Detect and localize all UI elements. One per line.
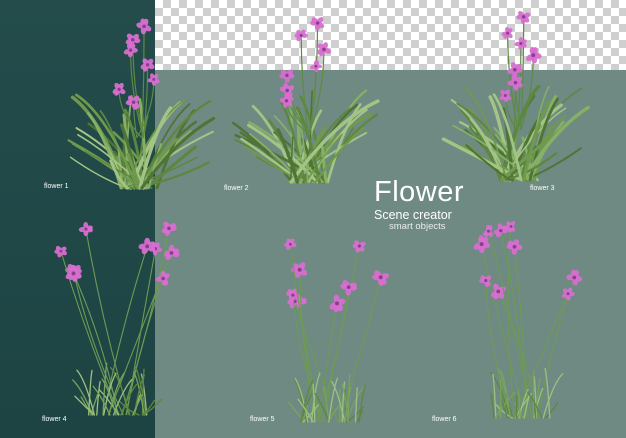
blossom-center — [285, 88, 289, 93]
blossom — [309, 60, 322, 73]
blossom-center — [145, 63, 150, 67]
blossom-center — [314, 64, 318, 68]
blossom-center — [130, 38, 135, 42]
blossom-center — [285, 73, 289, 78]
blossom-center — [167, 226, 171, 231]
flower-4-plant — [54, 221, 180, 416]
blossom-center — [357, 244, 361, 248]
flower-1-plant — [67, 18, 216, 190]
blossom-center — [513, 80, 518, 85]
blossom — [352, 240, 366, 253]
grass-blade — [96, 380, 101, 416]
blossom — [526, 46, 542, 64]
title-tag: smart objects — [389, 221, 446, 232]
flower-6-label: flower 6 — [432, 416, 457, 423]
blossom-center — [84, 227, 88, 231]
grass-blade — [490, 392, 495, 419]
blossom — [506, 239, 523, 255]
blossom-center — [145, 244, 150, 249]
blossom — [136, 18, 152, 35]
blossom — [310, 17, 325, 31]
blossom-center — [291, 293, 295, 297]
blossom-center — [128, 48, 133, 52]
blossom-center — [161, 276, 165, 281]
blossom — [340, 280, 358, 296]
blossom-center — [315, 21, 320, 25]
blossom-center — [503, 93, 507, 97]
flower-2-plant — [231, 17, 380, 184]
blossom — [125, 95, 140, 110]
mockup-canvas: flower 1 flower 2 flower 3 flower 4 flow… — [0, 0, 626, 438]
blossom — [493, 223, 509, 238]
blossom-center — [378, 275, 383, 280]
blossom-center — [169, 251, 174, 255]
flower-artwork — [54, 11, 590, 423]
blossom-center — [496, 289, 501, 294]
flower-5-plant — [284, 238, 390, 423]
blossom-center — [509, 225, 513, 228]
blossom-center — [71, 271, 76, 276]
blossom — [499, 89, 512, 103]
blossom-center — [479, 242, 484, 247]
flower-stem — [337, 277, 382, 423]
blossom — [514, 36, 527, 50]
blossom-center — [513, 67, 517, 72]
blossom-center — [519, 42, 523, 46]
blossom-center — [335, 301, 340, 306]
blossom — [473, 235, 491, 253]
flower-stem — [481, 244, 527, 419]
blossom-center — [521, 15, 526, 19]
blossom-center — [346, 285, 351, 290]
blossom — [161, 221, 177, 236]
blossom-center — [288, 242, 292, 246]
blossom-center — [531, 53, 536, 58]
blossom — [372, 270, 390, 286]
blossom — [279, 69, 295, 83]
grass-blade — [542, 373, 564, 419]
blossom-center — [117, 87, 121, 92]
title-sub: Scene creator — [374, 208, 452, 222]
flower-1-label: flower 1 — [44, 183, 69, 190]
blossom-center — [486, 229, 490, 233]
title-main: Flower — [374, 176, 465, 208]
blossom-center — [499, 228, 503, 233]
blossom-center — [59, 249, 63, 253]
blossom — [54, 245, 67, 258]
blossom-center — [142, 24, 146, 29]
blossom-center — [512, 244, 517, 249]
flower-stem — [141, 26, 145, 139]
grass-blade — [358, 384, 366, 423]
blossom — [78, 222, 93, 237]
flower-3-label: flower 3 — [530, 185, 555, 192]
flower-3-plant — [441, 11, 590, 182]
blossom-center — [152, 77, 156, 81]
flower-6-plant — [473, 220, 583, 419]
blossom — [329, 294, 346, 313]
blossom-center — [131, 100, 136, 104]
blossom-center — [299, 34, 303, 38]
blossom-center — [572, 275, 577, 280]
flower-stem — [121, 228, 170, 416]
title-block: Flower Scene creator smart objects — [374, 178, 484, 232]
flower-5-label: flower 5 — [250, 416, 275, 423]
blossom — [123, 43, 138, 58]
flower-4-label: flower 4 — [42, 416, 67, 423]
blossom — [516, 11, 531, 25]
blossom — [561, 287, 575, 301]
blossom-center — [566, 292, 570, 296]
blossom-center — [297, 267, 302, 272]
grass-blade — [354, 387, 358, 423]
blossom — [147, 73, 160, 86]
blossom-center — [484, 278, 488, 283]
blossom-center — [284, 99, 289, 103]
blossom-center — [322, 47, 326, 52]
blossom-center — [506, 31, 510, 35]
flower-2-label: flower 2 — [224, 185, 249, 192]
blossom — [566, 269, 583, 286]
